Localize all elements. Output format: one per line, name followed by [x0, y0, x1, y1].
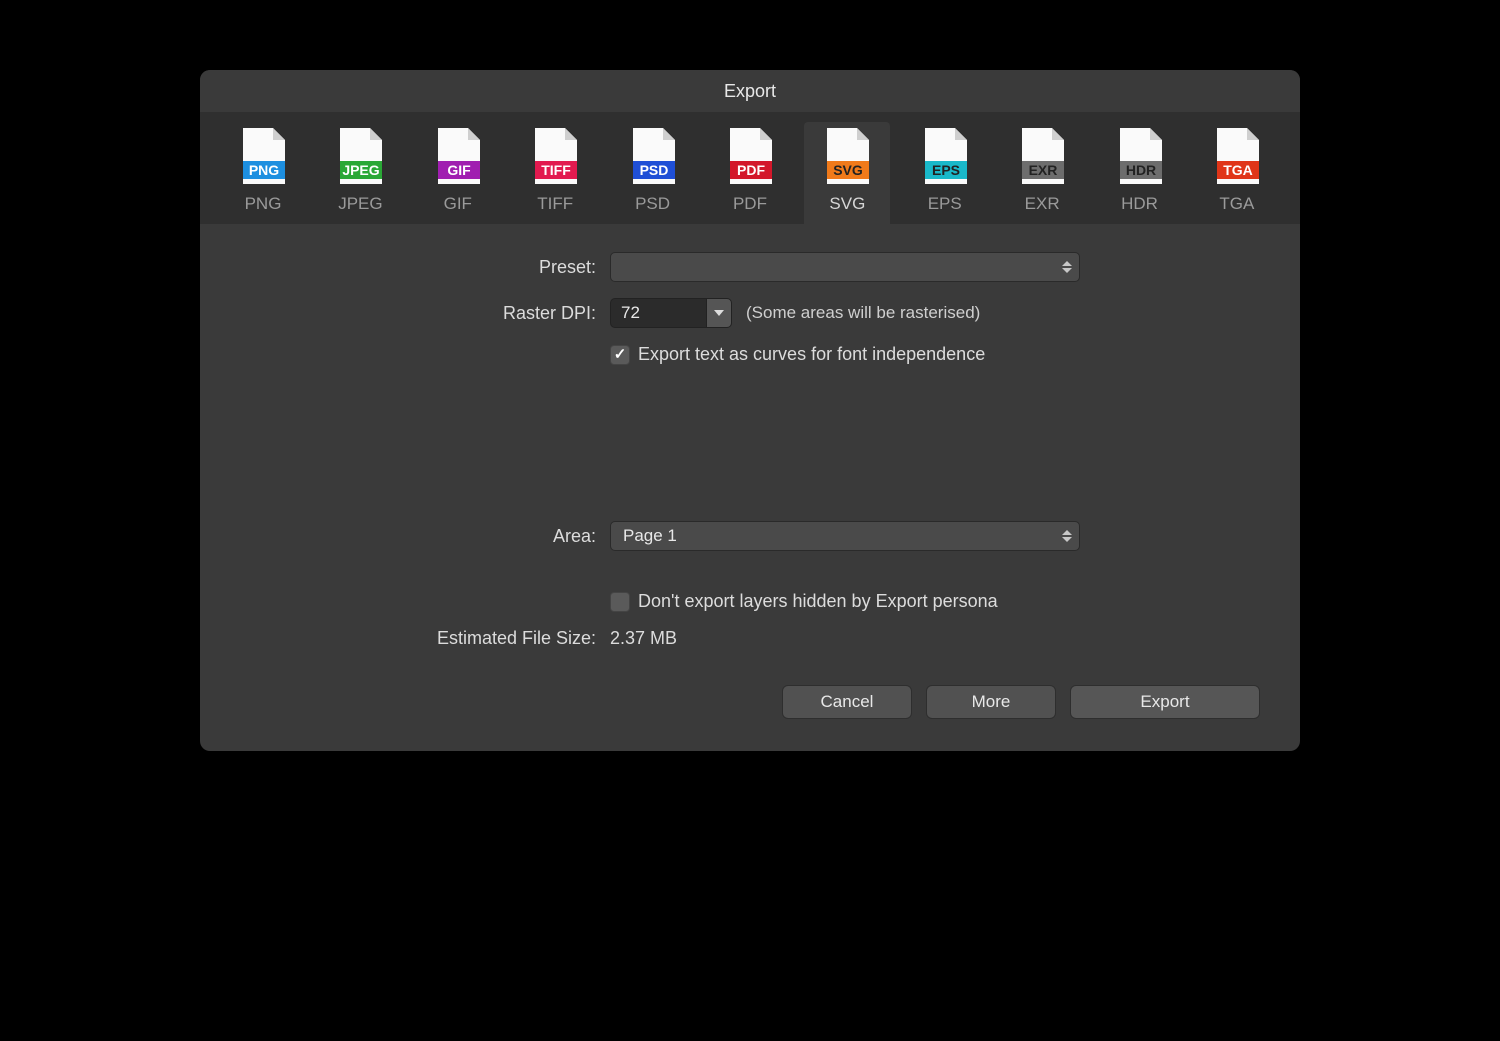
svg-text:GIF: GIF	[447, 162, 471, 178]
dont-export-hidden-label: Don't export layers hidden by Export per…	[638, 591, 998, 612]
preset-popup[interactable]	[610, 252, 1080, 282]
dont-export-hidden-checkbox[interactable]	[610, 592, 630, 612]
svg-text:TIFF: TIFF	[541, 162, 571, 178]
file-tiff-icon: TIFF	[531, 128, 579, 186]
format-tab-label: PNG	[245, 194, 282, 214]
estimated-size-value: 2.37 MB	[610, 628, 677, 649]
file-exr-icon: EXR	[1018, 128, 1066, 186]
svg-text:SVG: SVG	[834, 162, 864, 178]
format-tab-psd[interactable]: PSD PSD	[610, 122, 696, 224]
format-tab-label: EPS	[928, 194, 962, 214]
svg-text:PSD: PSD	[639, 162, 668, 178]
format-tab-label: PDF	[733, 194, 767, 214]
export-text-curves-checkbox-row[interactable]: Export text as curves for font independe…	[610, 344, 985, 365]
file-psd-icon: PSD	[629, 128, 677, 186]
cancel-button[interactable]: Cancel	[782, 685, 912, 719]
raster-dpi-hint: (Some areas will be rasterised)	[746, 303, 980, 323]
file-svg-icon: SVG	[823, 128, 871, 186]
footer-buttons: Cancel More Export	[240, 665, 1260, 727]
svg-text:HDR: HDR	[1125, 162, 1155, 178]
format-tab-tiff[interactable]: TIFF TIFF	[512, 122, 598, 224]
format-toolbar: PNG PNG JPEG JPEG GIF GIF TIFF TIFF PSD …	[200, 112, 1300, 224]
export-text-curves-checkbox[interactable]	[610, 345, 630, 365]
file-pdf-icon: PDF	[726, 128, 774, 186]
raster-dpi-label: Raster DPI:	[240, 303, 610, 324]
file-jpeg-icon: JPEG	[336, 128, 384, 186]
format-tab-label: HDR	[1121, 194, 1158, 214]
svg-text:EXR: EXR	[1029, 162, 1058, 178]
row-preset: Preset:	[240, 252, 1260, 282]
export-button[interactable]: Export	[1070, 685, 1260, 719]
dialog-body: Preset: Raster DPI: (Some areas will be …	[200, 224, 1300, 751]
format-tab-label: TGA	[1219, 194, 1254, 214]
chevron-down-icon[interactable]	[706, 298, 732, 328]
file-png-icon: PNG	[239, 128, 287, 186]
format-tab-label: JPEG	[338, 194, 382, 214]
area-value: Page 1	[623, 526, 677, 546]
raster-dpi-combo[interactable]	[610, 298, 732, 328]
svg-text:PNG: PNG	[249, 162, 279, 178]
format-tab-hdr[interactable]: HDR HDR	[1097, 122, 1183, 224]
export-dialog: Export PNG PNG JPEG JPEG GIF GIF TIFF TI…	[200, 70, 1300, 751]
file-hdr-icon: HDR	[1116, 128, 1164, 186]
svg-text:TGA: TGA	[1223, 162, 1253, 178]
chevron-up-down-icon	[1059, 525, 1075, 547]
file-gif-icon: GIF	[434, 128, 482, 186]
format-tab-label: GIF	[444, 194, 472, 214]
svg-text:JPEG: JPEG	[343, 162, 380, 178]
window-title: Export	[724, 81, 776, 102]
format-tab-label: SVG	[829, 194, 865, 214]
area-label: Area:	[240, 526, 610, 547]
row-area: Area: Page 1	[240, 521, 1260, 551]
format-tab-exr[interactable]: EXR EXR	[999, 122, 1085, 224]
format-tab-label: TIFF	[537, 194, 573, 214]
format-tab-label: PSD	[635, 194, 670, 214]
format-tab-jpeg[interactable]: JPEG JPEG	[317, 122, 403, 224]
row-raster-dpi: Raster DPI: (Some areas will be rasteris…	[240, 298, 1260, 328]
svg-text:EPS: EPS	[932, 162, 960, 178]
raster-dpi-input[interactable]	[610, 298, 706, 328]
file-tga-icon: TGA	[1213, 128, 1261, 186]
format-tab-tga[interactable]: TGA TGA	[1194, 122, 1280, 224]
export-text-curves-label: Export text as curves for font independe…	[638, 344, 985, 365]
estimated-size-label: Estimated File Size:	[240, 628, 610, 649]
format-tab-png[interactable]: PNG PNG	[220, 122, 306, 224]
file-eps-icon: EPS	[921, 128, 969, 186]
more-button[interactable]: More	[926, 685, 1056, 719]
dont-export-hidden-checkbox-row[interactable]: Don't export layers hidden by Export per…	[610, 591, 998, 612]
svg-text:PDF: PDF	[737, 162, 765, 178]
format-tab-pdf[interactable]: PDF PDF	[707, 122, 793, 224]
row-dont-export-hidden: Don't export layers hidden by Export per…	[240, 591, 1260, 612]
area-popup[interactable]: Page 1	[610, 521, 1080, 551]
format-tab-gif[interactable]: GIF GIF	[415, 122, 501, 224]
format-tab-label: EXR	[1025, 194, 1060, 214]
preset-label: Preset:	[240, 257, 610, 278]
row-export-text-curves: Export text as curves for font independe…	[240, 344, 1260, 365]
format-tab-svg[interactable]: SVG SVG	[804, 122, 890, 224]
format-tab-eps[interactable]: EPS EPS	[902, 122, 988, 224]
chevron-up-down-icon	[1059, 256, 1075, 278]
row-estimated-size: Estimated File Size: 2.37 MB	[240, 628, 1260, 649]
titlebar: Export	[200, 70, 1300, 112]
